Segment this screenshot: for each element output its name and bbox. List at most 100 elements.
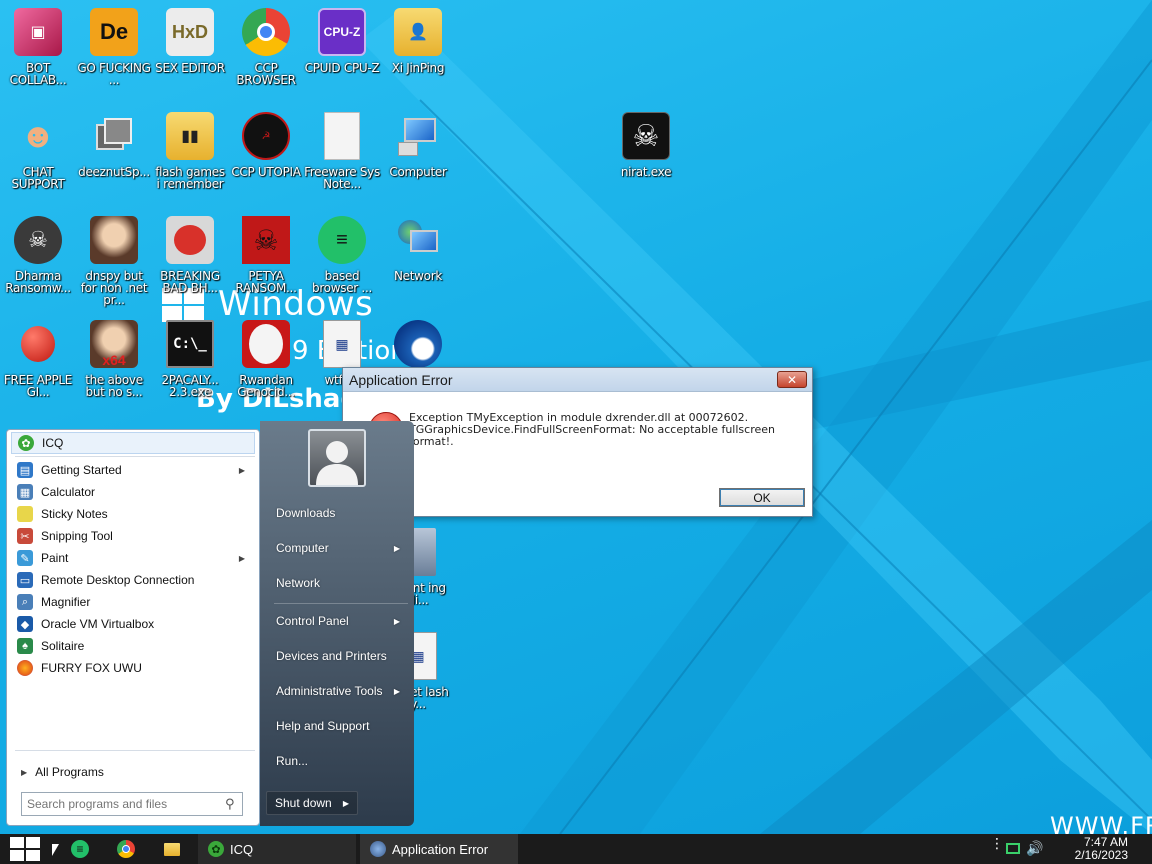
start-item-snipping-tool[interactable]: ✂ Snipping Tool bbox=[11, 525, 255, 547]
start-item-icq[interactable]: ✿ ICQ bbox=[11, 432, 255, 454]
angry-bird-icon bbox=[166, 216, 214, 264]
watermark-corner: WWW.FR bbox=[1050, 812, 1152, 834]
start-right-help-support[interactable]: Help and Support bbox=[268, 711, 408, 741]
triangle-right-icon: ▶ bbox=[21, 767, 28, 777]
desktop-icon-above-but-no[interactable]: x64 the above but no s... bbox=[76, 314, 152, 410]
de-app-icon: De bbox=[90, 8, 138, 56]
taskbar-task-application-error[interactable]: Application Error bbox=[360, 834, 518, 864]
taskbar-task-icq[interactable]: ✿ ICQ bbox=[198, 834, 356, 864]
dialog-title: Application Error bbox=[349, 371, 453, 388]
desktop-icon-deeznut[interactable]: deeznutSp... bbox=[76, 106, 152, 202]
start-search-box[interactable]: ⚲ bbox=[21, 792, 243, 816]
volume-icon[interactable]: 🔊 bbox=[1026, 840, 1043, 857]
clock[interactable]: 7:47 AM 2/16/2023 bbox=[1075, 836, 1128, 862]
desktop-icon-flash-games[interactable]: ▮▮ flash games i remember bbox=[152, 106, 228, 202]
start-right-control-panel[interactable]: Control Panel ▶ bbox=[268, 606, 408, 636]
calculator-icon: ▦ bbox=[17, 484, 33, 500]
start-item-calculator[interactable]: ▦ Calculator bbox=[11, 481, 255, 503]
start-right-network[interactable]: Network bbox=[268, 568, 408, 598]
solitaire-icon: ♠ bbox=[17, 638, 33, 654]
user-avatar[interactable] bbox=[308, 429, 366, 487]
desktop-icon-ccp-utopia[interactable]: ☭ CCP UTOPIA bbox=[228, 106, 304, 202]
desktop-icon-cpu-z[interactable]: CPU-Z CPUID CPU-Z bbox=[304, 2, 380, 98]
start-item-magnifier[interactable]: ⌕ Magnifier bbox=[11, 591, 255, 613]
dialog-close-button[interactable]: ✕ bbox=[777, 371, 807, 388]
desktop-icon-dharma[interactable]: ☠ Dharma Ransomw... bbox=[0, 210, 76, 306]
chat-browser-icon: ≡ bbox=[71, 840, 89, 858]
desktop-icon-nirat[interactable]: ☠ nirat.exe bbox=[608, 106, 684, 202]
start-button[interactable] bbox=[0, 834, 50, 864]
ccp-utopia-icon: ☭ bbox=[242, 112, 290, 160]
shutdown-button[interactable]: Shut down ▶ bbox=[266, 791, 358, 815]
start-right-downloads[interactable]: Downloads bbox=[268, 498, 408, 528]
monitor-pink-icon: ▣ bbox=[14, 8, 62, 56]
submenu-arrow-icon: ▶ bbox=[393, 616, 400, 626]
start-item-sticky-notes[interactable]: Sticky Notes bbox=[11, 503, 255, 525]
scissors-icon: ✂ bbox=[17, 528, 33, 544]
desktop-icon-xi-jinping[interactable]: 👤 Xi JinPing bbox=[380, 2, 456, 98]
desktop-icon-dnspy[interactable]: dnspy but for non .net pr... bbox=[76, 210, 152, 306]
start-search-input[interactable] bbox=[27, 794, 223, 814]
submenu-arrow-icon: ▶ bbox=[393, 686, 400, 696]
desktop-icon-2pacaly[interactable]: C:\_ 2PACALY... 2.3.exe bbox=[152, 314, 228, 410]
windows-logo-icon bbox=[10, 837, 40, 861]
start-item-virtualbox[interactable]: ◆ Oracle VM Virtualbox bbox=[11, 613, 255, 635]
start-right-run[interactable]: Run... bbox=[268, 746, 408, 776]
ok-button[interactable]: OK bbox=[719, 488, 805, 507]
taskbar-pin-explorer[interactable] bbox=[150, 834, 194, 864]
portrait-icon bbox=[90, 216, 138, 264]
desktop-icon-sex-editor[interactable]: HxD SEX EDITOR bbox=[152, 2, 228, 98]
desktop-icon-rwandan[interactable]: Rwandan Genocid... bbox=[228, 314, 304, 410]
user-silhouette-icon bbox=[316, 441, 358, 485]
computer-icon bbox=[394, 112, 442, 160]
desktop-icon-free-apple[interactable]: FREE APPLE GI... bbox=[0, 314, 76, 410]
start-right-admin-tools[interactable]: Administrative Tools ▶ bbox=[268, 676, 408, 706]
taskbar-pin-chrome[interactable] bbox=[104, 834, 148, 864]
mouse-cursor-icon bbox=[52, 844, 59, 856]
shutdown-options-arrow-icon[interactable]: ▶ bbox=[343, 799, 349, 808]
start-item-paint[interactable]: ✎ Paint ▶ bbox=[11, 547, 255, 569]
sticky-notes-icon bbox=[17, 506, 33, 522]
desktop-icon-bot-collab[interactable]: ▣ BOT COLLAB... bbox=[0, 2, 76, 98]
app-error-icon bbox=[370, 841, 386, 857]
meme-icon bbox=[242, 320, 290, 368]
dialog-titlebar[interactable]: Application Error bbox=[343, 368, 812, 392]
getting-started-icon: ▤ bbox=[17, 462, 33, 478]
blue-swirl-icon bbox=[394, 320, 442, 368]
chromium-browser-icon bbox=[117, 840, 135, 858]
cpu-z-icon: CPU-Z bbox=[318, 8, 366, 56]
start-item-solitaire[interactable]: ♠ Solitaire bbox=[11, 635, 255, 657]
start-right-computer[interactable]: Computer ▶ bbox=[268, 533, 408, 563]
search-icon: ⚲ bbox=[225, 796, 235, 811]
desktop[interactable]: Windows 9 Edition By DiLshad WWW.FR ▣ BO… bbox=[0, 0, 1152, 834]
close-icon: ✕ bbox=[786, 372, 798, 387]
desktop-icon-network[interactable]: Network bbox=[380, 210, 456, 306]
taskbar-pin-chat[interactable]: ≡ bbox=[58, 834, 102, 864]
cmd-icon: C:\_ bbox=[166, 320, 214, 368]
start-menu-places-pane: Downloads Computer ▶ Network Control Pan… bbox=[260, 421, 414, 826]
desktop-icon-based-browser[interactable]: ≡ based browser ... bbox=[304, 210, 380, 306]
start-item-remote-desktop[interactable]: ▭ Remote Desktop Connection bbox=[11, 569, 255, 591]
start-item-getting-started[interactable]: ▤ Getting Started ▶ bbox=[11, 459, 255, 481]
start-item-furry-fox[interactable]: FURRY FOX UWU bbox=[11, 657, 255, 679]
all-programs-button[interactable]: ▶ All Programs bbox=[17, 761, 257, 783]
desktop-icon-breaking-bad[interactable]: BREAKING BAD BH... bbox=[152, 210, 228, 306]
folder-icon: ▮▮ bbox=[166, 112, 214, 160]
start-separator bbox=[15, 750, 255, 751]
network-status-icon[interactable] bbox=[1006, 843, 1020, 854]
desktop-icon-petya[interactable]: ☠ PETYA RANSOM... bbox=[228, 210, 304, 306]
hxd-editor-icon: HxD bbox=[166, 8, 214, 56]
start-right-devices-printers[interactable]: Devices and Printers bbox=[268, 641, 408, 671]
windows-stack-icon bbox=[90, 112, 138, 160]
skull-helmet-icon: ☠ bbox=[14, 216, 62, 264]
desktop-icon-go-fucking[interactable]: De GO FUCKING ... bbox=[76, 2, 152, 98]
show-hidden-icons-icon[interactable]: ⋮ bbox=[990, 836, 1004, 850]
taskbar: ≡ ✿ ICQ Application Error ⋮ 🔊 7:47 AM 2/… bbox=[0, 834, 1152, 864]
desktop-icon-freeware-notes[interactable]: Freeware Sys Note... bbox=[304, 106, 380, 202]
desktop-icon-chat-support[interactable]: ☻ CHAT SUPPORT bbox=[0, 106, 76, 202]
desktop-icon-computer[interactable]: Computer bbox=[380, 106, 456, 202]
folder-icon bbox=[164, 842, 180, 856]
portrait-x64-icon: x64 bbox=[90, 320, 138, 368]
desktop-icon-ccp-browser[interactable]: CCP BROWSER bbox=[228, 2, 304, 98]
icq-flower-icon: ✿ bbox=[208, 841, 224, 857]
